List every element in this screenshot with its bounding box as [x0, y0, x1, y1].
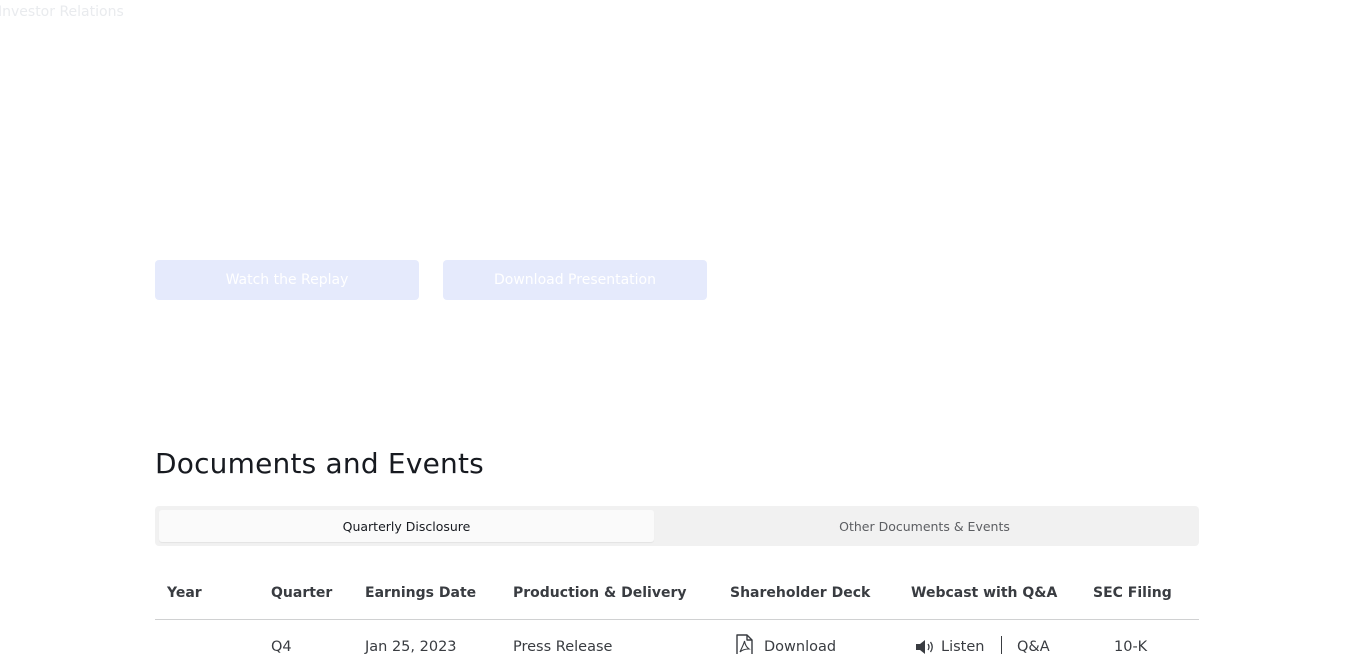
column-header-year: Year: [167, 585, 202, 601]
section-title: Documents and Events: [155, 447, 484, 480]
webcast-divider: [1001, 636, 1002, 654]
investor-relations-label: Investor Relations: [0, 4, 124, 20]
column-header-quarter: Quarter: [271, 585, 333, 601]
pdf-icon: [736, 634, 753, 654]
speaker-icon: [916, 640, 933, 654]
tab-other-documents-events[interactable]: Other Documents & Events: [654, 510, 1195, 542]
webcast-qa-link[interactable]: Q&A: [1017, 638, 1050, 654]
table-row: Q4 Jan 25, 2023 Press Release Download L…: [155, 620, 1199, 654]
shareholder-deck-download-link[interactable]: Download: [764, 638, 836, 654]
column-header-webcast: Webcast with Q&A: [911, 585, 1058, 601]
cell-earnings-date: Jan 25, 2023: [365, 639, 457, 654]
column-header-earnings-date: Earnings Date: [365, 585, 477, 601]
table-header: Year Quarter Earnings Date Production & …: [155, 572, 1199, 620]
watch-replay-button[interactable]: Watch the Replay: [155, 260, 419, 300]
webcast-listen-link[interactable]: Listen: [941, 638, 984, 654]
column-header-sec-filing: SEC Filing: [1093, 585, 1172, 601]
documents-tabs: Quarterly Disclosure Other Documents & E…: [155, 506, 1199, 546]
download-presentation-button[interactable]: Download Presentation: [443, 260, 707, 300]
column-header-shareholder-deck: Shareholder Deck: [730, 585, 871, 601]
cell-quarter: Q4: [271, 639, 292, 654]
press-release-link[interactable]: Press Release: [513, 638, 612, 654]
sec-filing-link[interactable]: 10-K: [1114, 638, 1147, 654]
tab-quarterly-disclosure[interactable]: Quarterly Disclosure: [159, 510, 654, 542]
page: Investor Relations Watch the Replay Down…: [0, 0, 1366, 654]
column-header-production-delivery: Production & Delivery: [513, 585, 687, 601]
